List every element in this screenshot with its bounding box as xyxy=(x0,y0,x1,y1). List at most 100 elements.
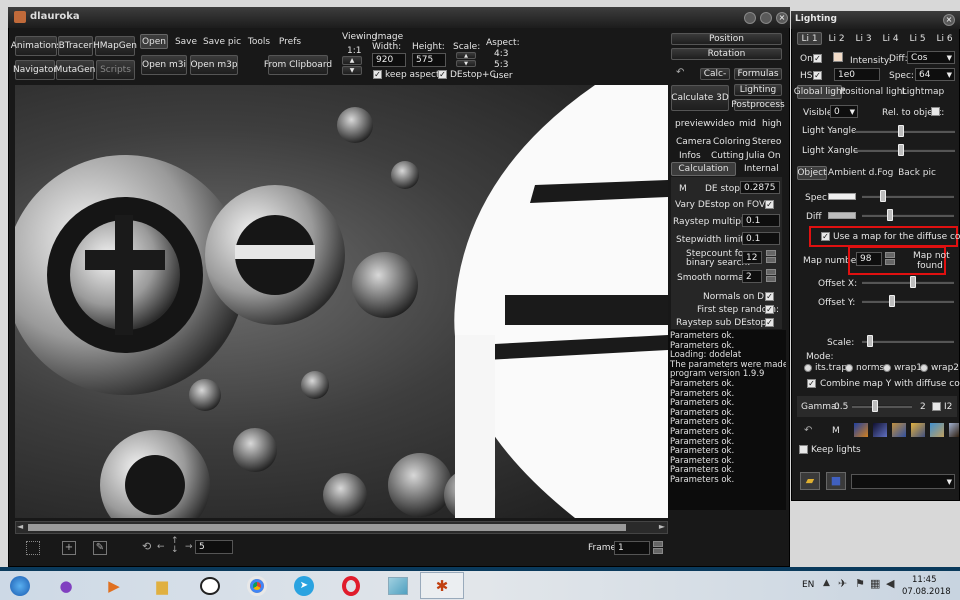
light-tab-4[interactable]: Li 4 xyxy=(878,32,903,45)
high-tab[interactable]: high xyxy=(762,119,782,129)
move-left-icon[interactable]: ← xyxy=(157,542,165,552)
width-input[interactable]: 920 xyxy=(372,53,406,67)
light-yangle-slider[interactable] xyxy=(855,125,955,139)
destop-checkbox[interactable]: ✓ xyxy=(438,70,447,79)
scale-slider[interactable] xyxy=(862,335,954,348)
frame-input[interactable]: 1 xyxy=(614,541,650,555)
i2-checkbox[interactable] xyxy=(932,402,941,411)
preset-icon[interactable] xyxy=(949,423,959,437)
smooth-normals-input[interactable]: 2 xyxy=(742,270,762,283)
postprocess-button[interactable]: Postprocess xyxy=(731,99,785,111)
prefs-menu[interactable]: Prefs xyxy=(276,34,304,49)
first-step-checkbox[interactable]: ✓ xyxy=(765,305,774,314)
navigator-button[interactable]: Navigator xyxy=(13,60,57,80)
frame-spinner[interactable] xyxy=(653,541,663,554)
explorer-icon[interactable]: ▆ xyxy=(140,572,184,599)
chrome-icon[interactable] xyxy=(235,572,279,599)
mode-norms[interactable]: norms xyxy=(845,363,884,373)
mode-its-trap[interactable]: its.trap xyxy=(804,363,847,373)
vary-destop-checkbox[interactable]: ✓ xyxy=(765,200,774,209)
global-light-tab[interactable]: Global light xyxy=(794,85,845,99)
close-icon[interactable]: × xyxy=(776,12,788,24)
dfog-tab[interactable]: d.Fog xyxy=(867,166,895,180)
mid-tab[interactable]: mid xyxy=(739,119,756,129)
ambient-tab[interactable]: Ambient xyxy=(828,166,866,180)
tray-arrow-icon[interactable]: ▲ xyxy=(823,578,830,588)
mode-wrap1[interactable]: wrap1 xyxy=(883,363,922,373)
preset-icon[interactable] xyxy=(930,423,944,437)
use-map-checkbox[interactable]: ✓ xyxy=(821,232,830,241)
save-menu[interactable]: Save xyxy=(172,34,200,49)
hs-input[interactable]: 1e0 xyxy=(834,68,880,81)
rotate-icon[interactable]: ⟲ xyxy=(142,540,151,553)
map-number-input[interactable]: 98 xyxy=(856,252,882,266)
height-input[interactable]: 575 xyxy=(412,53,446,67)
normals-de-checkbox[interactable]: ✓ xyxy=(765,292,774,301)
render-viewport[interactable] xyxy=(15,85,668,518)
media-player-icon[interactable]: ▶ xyxy=(92,572,136,599)
rotation-button[interactable]: Rotation xyxy=(671,48,782,60)
combine-map-checkbox[interactable]: ✓ xyxy=(807,379,816,388)
preset-icon[interactable] xyxy=(892,423,906,437)
clipboard-button[interactable]: From Clipboard xyxy=(264,55,332,75)
stepwidth-input[interactable]: 0.1 xyxy=(742,232,780,245)
tray-plane-icon[interactable]: ✈ xyxy=(838,577,847,590)
keep-lights-checkbox[interactable] xyxy=(799,445,808,454)
notes-app-icon[interactable] xyxy=(376,572,420,599)
preset-icon[interactable] xyxy=(854,423,868,437)
animations-button[interactable]: Animations xyxy=(11,36,61,56)
visible-select[interactable]: 0 ▼ xyxy=(830,105,858,118)
light-tab-3[interactable]: Li 3 xyxy=(851,32,876,45)
light-xangle-slider[interactable] xyxy=(855,144,955,158)
hs-checkbox[interactable]: ✓ xyxy=(813,71,822,80)
julia-on-tab[interactable]: Julia On xyxy=(746,151,781,161)
gamma-slider[interactable] xyxy=(852,400,912,413)
calculate-3d-button[interactable]: Calculate 3D xyxy=(671,85,729,111)
tray-volume-icon[interactable]: ◀ xyxy=(886,577,894,590)
preset-icon[interactable] xyxy=(873,423,887,437)
object-tab[interactable]: Object xyxy=(797,166,827,180)
camera-tab[interactable]: Camera xyxy=(676,137,711,147)
tools-menu[interactable]: Tools xyxy=(245,34,273,49)
microphone-icon[interactable]: ● xyxy=(44,572,88,599)
mode-wrap2[interactable]: wrap2 xyxy=(920,363,959,373)
coloring-tab[interactable]: Coloring xyxy=(713,137,750,147)
internal-tab[interactable]: Internal xyxy=(744,164,779,174)
cutting-tab[interactable]: Cutting xyxy=(711,151,744,161)
opera-icon[interactable] xyxy=(329,572,373,599)
back-pic-tab[interactable]: Back pic xyxy=(897,166,937,180)
open-m3p-button[interactable]: Open m3p xyxy=(190,55,238,75)
video-tab[interactable]: video xyxy=(710,119,735,129)
offset-y-slider[interactable] xyxy=(862,295,954,308)
undo-icon[interactable]: ↶ xyxy=(804,425,812,436)
light-tab-1[interactable]: Li 1 xyxy=(797,32,822,45)
spec-color-swatch[interactable] xyxy=(828,193,856,200)
panda-app-icon[interactable] xyxy=(188,572,232,599)
destop-input[interactable]: 0.2875 xyxy=(740,181,780,194)
scripts-button[interactable]: Scripts xyxy=(96,60,135,80)
zoom-spinner[interactable]: ▲ ▼ xyxy=(342,56,362,76)
btracer-button[interactable]: BTracer xyxy=(58,36,93,56)
lightmap-tab[interactable]: Lightmap xyxy=(902,85,944,99)
diff-slider[interactable] xyxy=(862,209,954,222)
map-number-spinner[interactable] xyxy=(885,252,895,265)
positional-light-tab[interactable]: Positional light xyxy=(840,85,906,99)
mandelbulb-app-icon[interactable]: ✱ xyxy=(420,572,464,599)
diff-select[interactable]: Cos ▼ xyxy=(907,51,955,64)
tray-flag-icon[interactable]: ⚑ xyxy=(855,577,865,590)
aspect-user[interactable]: user xyxy=(493,71,513,81)
telegram-icon[interactable]: ➤ xyxy=(282,572,326,599)
aspect-53[interactable]: 5:3 xyxy=(494,60,508,70)
spec-select[interactable]: 64 ▼ xyxy=(915,68,955,81)
raystep-sub-checkbox[interactable]: ✓ xyxy=(765,318,774,327)
preset-icon[interactable] xyxy=(911,423,925,437)
savepic-menu[interactable]: Save pic xyxy=(203,34,241,49)
open-m3i-button[interactable]: Open m3i xyxy=(141,55,187,75)
zoom-in-icon[interactable]: + xyxy=(62,541,76,555)
keep-aspect-checkbox[interactable]: ✓ xyxy=(373,70,382,79)
mutagen-button[interactable]: MutaGen xyxy=(55,60,95,80)
spec-slider[interactable] xyxy=(862,190,954,203)
nav-step-input[interactable]: 5 xyxy=(195,540,233,554)
scale-spinner[interactable]: ▲ ▼ xyxy=(456,52,476,68)
clock-date[interactable]: 07.08.2018 xyxy=(902,587,951,597)
